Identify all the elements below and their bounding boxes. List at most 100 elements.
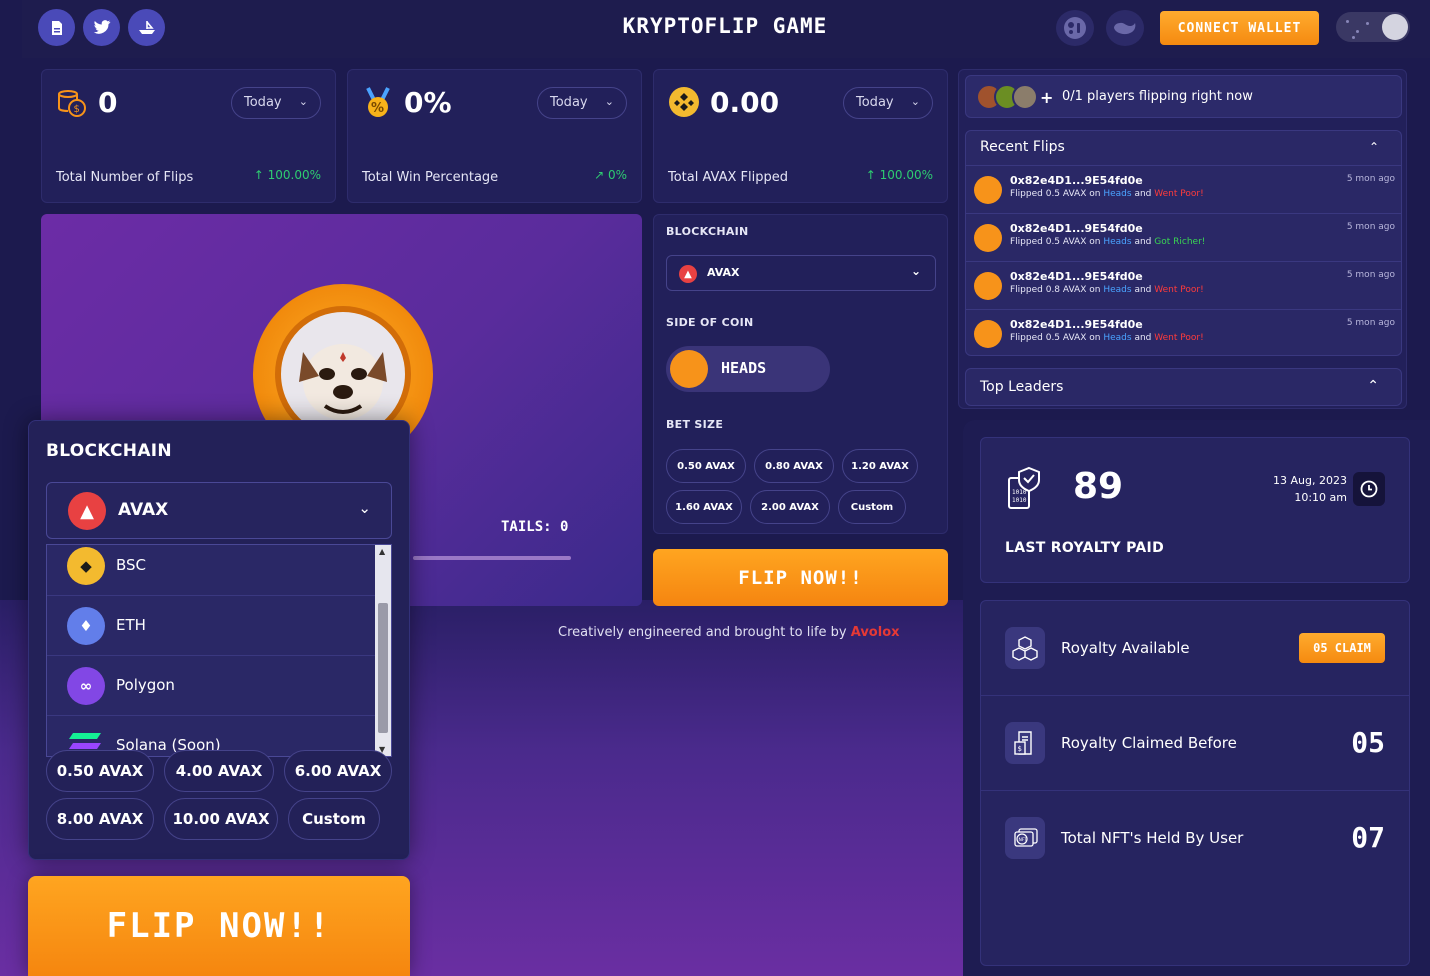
avax-icon: ▲ bbox=[68, 492, 106, 530]
scroll-up-icon[interactable]: ▲ bbox=[379, 547, 385, 556]
arrow-up-icon: ↑ bbox=[865, 168, 880, 182]
bnb-icon bbox=[669, 87, 699, 117]
bet-option[interactable]: 4.00 AVAX bbox=[164, 750, 274, 792]
list-item: 0x82e4D1...9E54fd0e Flipped 0.5 AVAX on … bbox=[966, 165, 1401, 213]
chevron-down-icon: ⌄ bbox=[910, 264, 921, 278]
credit-text: Creatively engineered and brought to lif… bbox=[558, 625, 847, 640]
scrollbar[interactable]: ▲ ▼ bbox=[375, 545, 391, 756]
win-percentage-value: 0% bbox=[404, 86, 452, 119]
document-button[interactable] bbox=[38, 9, 75, 46]
bet-option[interactable]: 0.50 AVAX bbox=[46, 750, 154, 792]
scroll-thumb[interactable] bbox=[378, 603, 388, 733]
blockchain-select[interactable]: ▲ AVAX ⌄ bbox=[666, 255, 936, 291]
chevron-down-icon: ⌄ bbox=[910, 95, 920, 108]
period-select[interactable]: Today ⌄ bbox=[843, 87, 933, 119]
stat-label: Total Number of Flips bbox=[56, 170, 194, 185]
bet-option[interactable]: 8.00 AVAX bbox=[46, 798, 154, 840]
players-count: 0/1 players flipping right now bbox=[1062, 89, 1253, 104]
option-bsc[interactable]: ◆ BSC bbox=[47, 545, 375, 596]
total-flips-value: 0 bbox=[98, 86, 118, 119]
chevron-down-icon: ⌄ bbox=[298, 95, 308, 108]
royalty-claimed-row: $ Royalty Claimed Before 05 bbox=[981, 696, 1409, 791]
chevron-up-icon[interactable]: ⌃ bbox=[1369, 140, 1379, 154]
stat-card-flips: $ 0 Today ⌄ Total Number of Flips ↑ 100.0… bbox=[41, 69, 336, 203]
bet-option[interactable]: 2.00 AVAX bbox=[750, 490, 830, 524]
stat-label: Total Win Percentage bbox=[362, 170, 499, 185]
nft-held-label: Total NFT's Held By User bbox=[1061, 829, 1244, 847]
royalty-available-row: Royalty Available 05 CLAIM bbox=[981, 601, 1409, 696]
option-polygon[interactable]: ∞ Polygon bbox=[47, 656, 375, 716]
heads-label: HEADS bbox=[721, 359, 767, 377]
bet-option[interactable]: 6.00 AVAX bbox=[284, 750, 392, 792]
dog-coin-icon bbox=[670, 350, 708, 388]
svg-text:NFT: NFT bbox=[1019, 837, 1028, 843]
bet-option-custom[interactable]: Custom bbox=[288, 798, 380, 840]
bet-option[interactable]: 1.20 AVAX bbox=[842, 449, 918, 483]
flip-time: 5 mon ago bbox=[1346, 270, 1395, 280]
bet-option[interactable]: 0.50 AVAX bbox=[666, 449, 746, 483]
dog-avatar-icon bbox=[974, 176, 1002, 204]
last-royalty-card: 1010 1010 89 13 Aug, 2023 10:10 am LAST RO… bbox=[980, 437, 1410, 583]
bet-option[interactable]: 10.00 AVAX bbox=[164, 798, 278, 840]
whale-button[interactable] bbox=[1106, 10, 1144, 46]
flip-address: 0x82e4D1...9E54fd0e bbox=[1010, 222, 1143, 235]
twitter-button[interactable] bbox=[83, 9, 120, 46]
twitter-icon bbox=[93, 20, 110, 34]
blockchain-dropdown-overlay: BLOCKCHAIN ▲ AVAX ⌄ ◆ BSC ♦ ETH ∞ Polygo… bbox=[28, 420, 410, 860]
progress-bar bbox=[413, 556, 571, 560]
connect-wallet-button[interactable]: CONNECT WALLET bbox=[1160, 11, 1319, 45]
plus-icon[interactable]: + bbox=[1040, 88, 1053, 107]
option-eth[interactable]: ♦ ETH bbox=[47, 596, 375, 656]
app-title: KRYPTOFLIP GAME bbox=[622, 14, 828, 38]
eth-icon: ♦ bbox=[67, 607, 105, 645]
ship-button[interactable] bbox=[128, 9, 165, 46]
option-label: BSC bbox=[116, 556, 147, 574]
bet-option-custom[interactable]: Custom bbox=[838, 490, 906, 524]
claim-button[interactable]: 05 CLAIM bbox=[1299, 633, 1385, 663]
flip-address: 0x82e4D1...9E54fd0e bbox=[1010, 270, 1143, 283]
flip-time: 5 mon ago bbox=[1346, 174, 1395, 184]
period-select[interactable]: Today ⌄ bbox=[537, 87, 627, 119]
period-value: Today bbox=[550, 95, 588, 110]
game-button[interactable] bbox=[1056, 10, 1094, 46]
list-item: 0x82e4D1...9E54fd0e Flipped 0.8 AVAX on … bbox=[966, 261, 1401, 309]
option-label: ETH bbox=[116, 616, 146, 634]
chevron-up-icon[interactable]: ⌃ bbox=[1367, 378, 1379, 394]
stat-card-avax: 0.00 Today ⌄ Total AVAX Flipped ↑ 100.00% bbox=[653, 69, 948, 203]
period-value: Today bbox=[856, 95, 894, 110]
credit-line: Creatively engineered and brought to lif… bbox=[558, 625, 900, 640]
receipt-icon: $ bbox=[1005, 722, 1045, 764]
flip-description: Flipped 0.5 AVAX on Heads and Got Richer… bbox=[1010, 237, 1206, 247]
stat-label: Total AVAX Flipped bbox=[668, 170, 789, 185]
stat-card-win: % 0% Today ⌄ Total Win Percentage ↗ 0% bbox=[347, 69, 642, 203]
heads-button[interactable]: HEADS bbox=[666, 346, 830, 392]
dog-avatar-icon bbox=[974, 320, 1002, 348]
players-bar: + 0/1 players flipping right now bbox=[965, 75, 1402, 118]
list-item: 0x82e4D1...9E54fd0e Flipped 0.5 AVAX on … bbox=[966, 213, 1401, 261]
dog-avatar-icon bbox=[974, 272, 1002, 300]
coins-icon: $ bbox=[58, 90, 86, 117]
svg-text:1010: 1010 bbox=[1012, 489, 1027, 496]
overlay-blockchain-select[interactable]: ▲ AVAX ⌄ bbox=[46, 482, 392, 539]
tails-counter: TAILS: 0 bbox=[501, 519, 569, 535]
overlay-blockchain-label: BLOCKCHAIN bbox=[46, 441, 172, 461]
top-leaders[interactable]: Top Leaders ⌃ bbox=[965, 368, 1402, 406]
period-select[interactable]: Today ⌄ bbox=[231, 87, 321, 119]
theme-toggle[interactable] bbox=[1336, 12, 1410, 42]
flip-description: Flipped 0.5 AVAX on Heads and Went Poor! bbox=[1010, 189, 1204, 199]
medal-icon: % bbox=[366, 87, 390, 117]
last-royalty-label: LAST ROYALTY PAID bbox=[1005, 540, 1164, 556]
flip-now-button[interactable]: FLIP NOW!! bbox=[653, 549, 948, 606]
bet-option[interactable]: 0.80 AVAX bbox=[754, 449, 834, 483]
bet-controls: BLOCKCHAIN ▲ AVAX ⌄ SIDE OF COIN HEADS B… bbox=[653, 214, 948, 534]
credit-brand-link[interactable]: Avolox bbox=[851, 625, 900, 640]
bet-option[interactable]: 1.60 AVAX bbox=[666, 490, 742, 524]
clock-icon bbox=[1353, 472, 1385, 506]
flip-address: 0x82e4D1...9E54fd0e bbox=[1010, 174, 1143, 187]
avax-flipped-value: 0.00 bbox=[710, 86, 780, 119]
bnb-icon: ◆ bbox=[67, 547, 105, 585]
top-leaders-title: Top Leaders bbox=[980, 379, 1064, 395]
svg-text:1010: 1010 bbox=[1012, 497, 1027, 504]
nft-icon: NFT bbox=[1005, 817, 1045, 859]
flip-now-button-large[interactable]: FLIP NOW!! bbox=[28, 876, 410, 976]
